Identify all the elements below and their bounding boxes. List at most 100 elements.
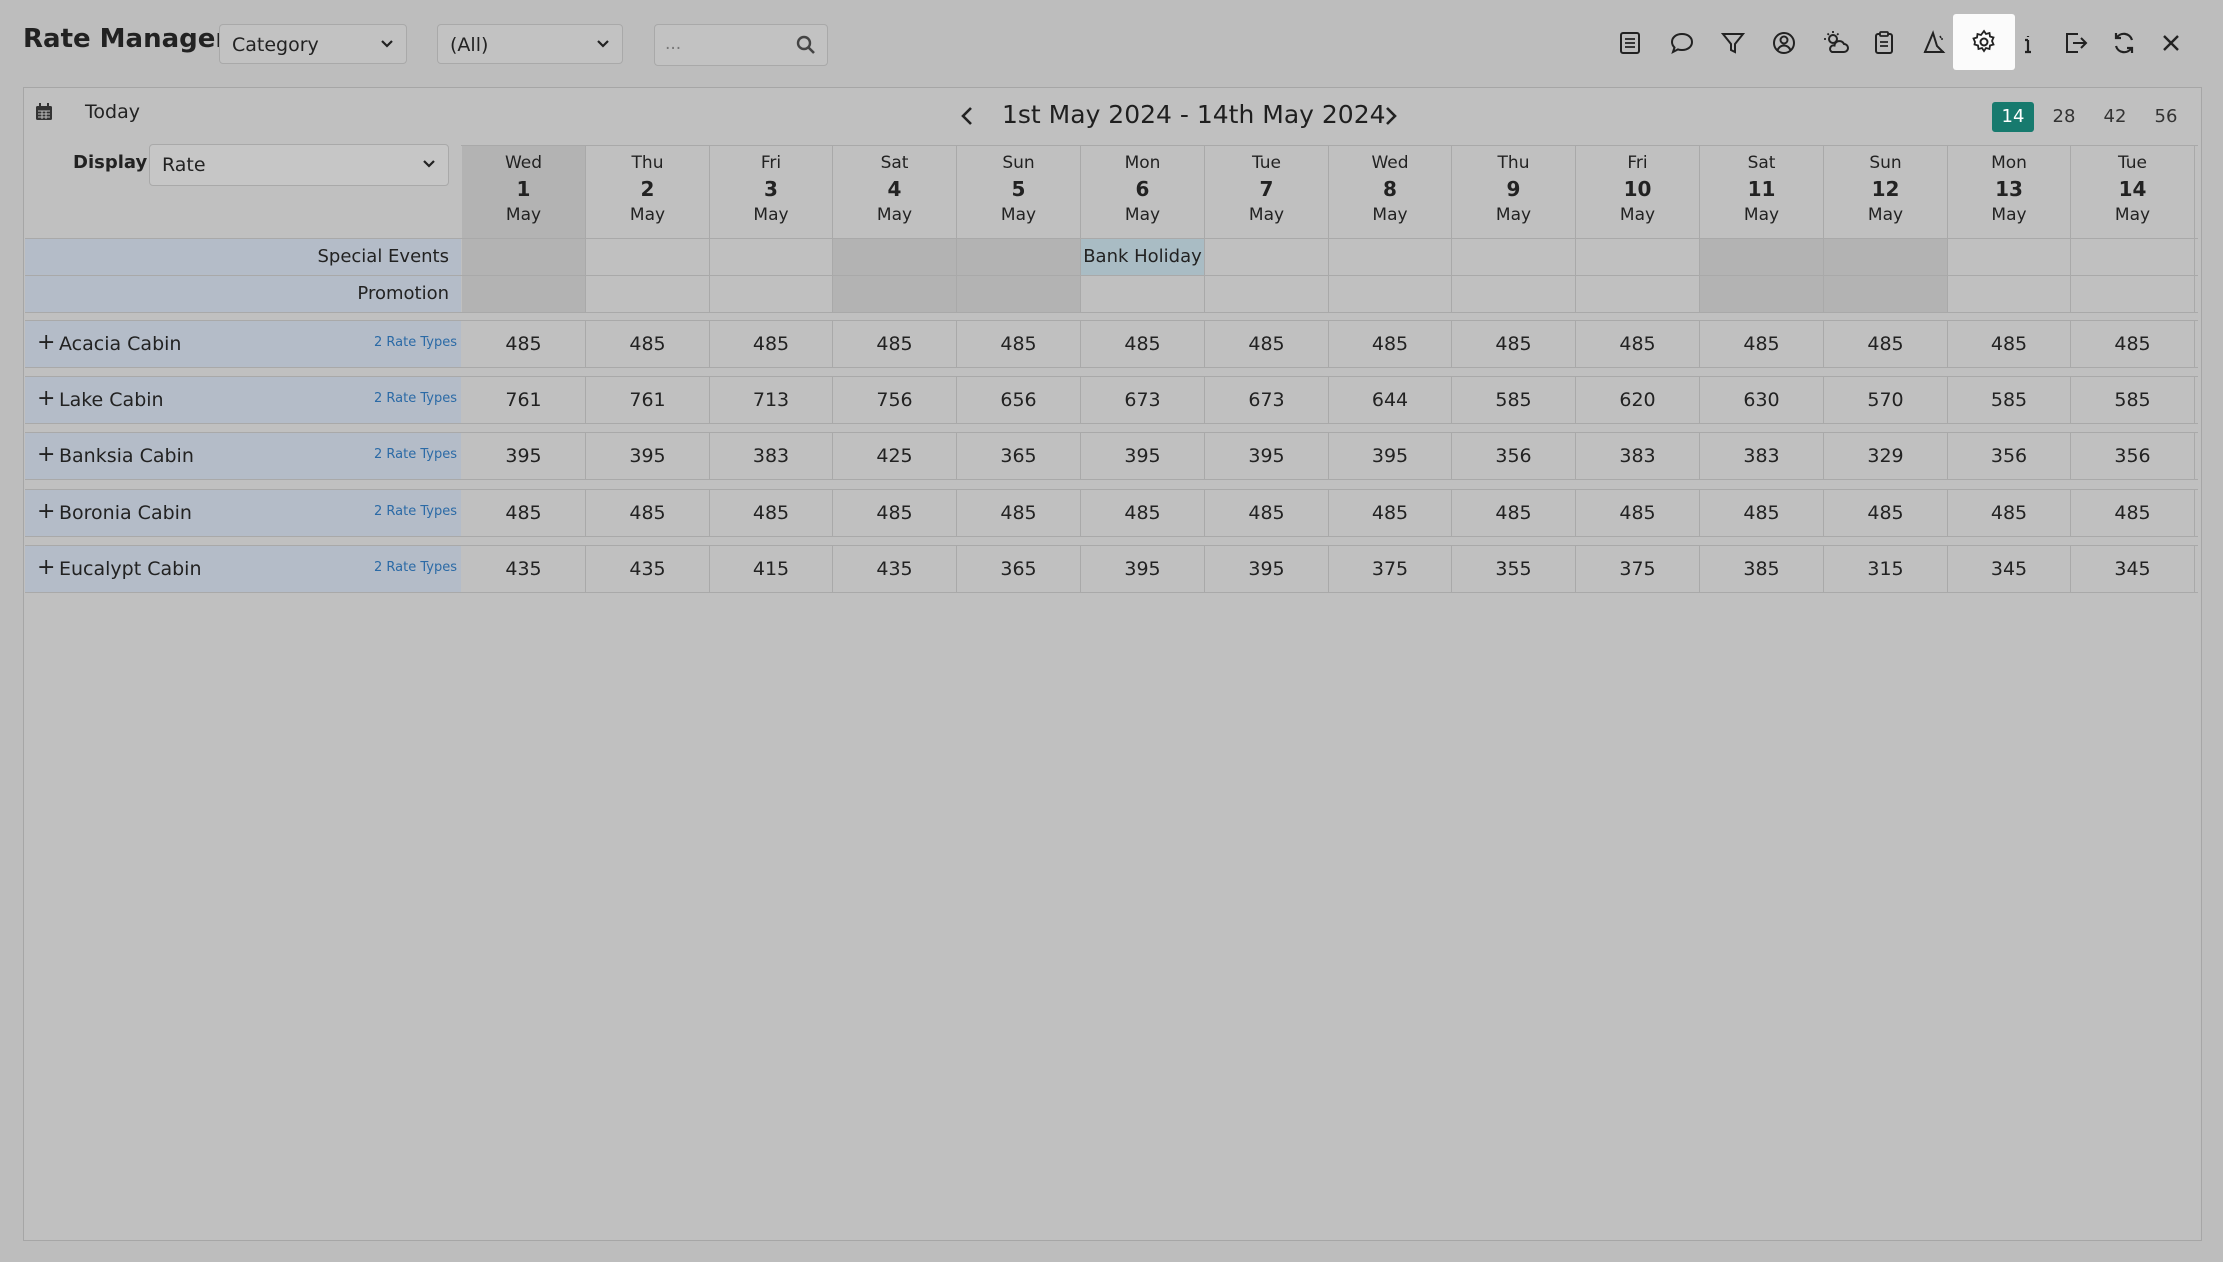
promotion-cell[interactable] bbox=[1081, 276, 1205, 312]
rate-cell[interactable]: 356 bbox=[1948, 433, 2071, 479]
day-header[interactable]: Fri 3 May bbox=[710, 145, 833, 238]
category-row[interactable]: + Eucalypt Cabin 2 Rate Types 435 435 415 435 3… bbox=[25, 545, 2198, 593]
category-label-cell[interactable]: + Lake Cabin 2 Rate Types bbox=[25, 377, 461, 423]
expand-plus-icon[interactable]: + bbox=[37, 442, 55, 467]
rate-cell[interactable]: 485 bbox=[1700, 490, 1824, 536]
rate-cell[interactable]: 761 bbox=[586, 377, 710, 423]
promotion-cell[interactable] bbox=[833, 276, 957, 312]
expand-plus-icon[interactable]: + bbox=[37, 330, 55, 355]
day-header[interactable]: Mon 6 May bbox=[1081, 145, 1205, 238]
category-row[interactable]: + Lake Cabin 2 Rate Types 761 761 713 756 656 67… bbox=[25, 376, 2198, 424]
rate-cell[interactable]: 383 bbox=[1700, 433, 1824, 479]
promotion-cell[interactable] bbox=[1948, 276, 2071, 312]
rate-cell[interactable]: 585 bbox=[1452, 377, 1576, 423]
day-header[interactable]: Sat 4 May bbox=[833, 145, 957, 238]
refresh-button[interactable] bbox=[2101, 17, 2147, 69]
rate-cell[interactable]: 756 bbox=[833, 377, 957, 423]
comment-button[interactable] bbox=[1659, 17, 1705, 69]
rate-cell[interactable]: 485 bbox=[1948, 490, 2071, 536]
rate-cell[interactable]: 673 bbox=[1081, 377, 1205, 423]
special-events-cell[interactable] bbox=[462, 239, 586, 275]
special-events-cell[interactable] bbox=[1452, 239, 1576, 275]
promotion-cell[interactable] bbox=[462, 276, 586, 312]
calendar-icon[interactable] bbox=[34, 102, 54, 122]
day-header[interactable]: Sat 11 May bbox=[1700, 145, 1824, 238]
rate-cell[interactable]: 355 bbox=[1452, 546, 1576, 592]
category-row[interactable]: + Acacia Cabin 2 Rate Types 485 485 485 485 485… bbox=[25, 320, 2198, 368]
day-header[interactable]: Tue 7 May bbox=[1205, 145, 1329, 238]
special-events-cell[interactable] bbox=[586, 239, 710, 275]
special-events-cell[interactable] bbox=[1576, 239, 1700, 275]
export-button[interactable] bbox=[2052, 17, 2098, 69]
chevron-right-icon[interactable] bbox=[1376, 100, 1404, 132]
rate-cell[interactable]: 345 bbox=[1948, 546, 2071, 592]
rate-cell[interactable]: 395 bbox=[586, 433, 710, 479]
rate-cell[interactable]: 435 bbox=[462, 546, 586, 592]
category-row[interactable]: + Boronia Cabin 2 Rate Types 485 485 485 485 48… bbox=[25, 489, 2198, 537]
rate-cell[interactable]: 485 bbox=[1576, 490, 1700, 536]
weather-button[interactable] bbox=[1813, 17, 1859, 69]
close-button[interactable] bbox=[2148, 17, 2194, 69]
rate-cell[interactable]: 395 bbox=[1205, 433, 1329, 479]
rate-cell[interactable]: 485 bbox=[1700, 321, 1824, 367]
rate-cell[interactable]: 315 bbox=[1824, 546, 1948, 592]
search-icon[interactable] bbox=[795, 34, 817, 56]
rate-cell[interactable]: 485 bbox=[1948, 321, 2071, 367]
day-header[interactable]: Mon 13 May bbox=[1948, 145, 2071, 238]
rate-cell[interactable]: 365 bbox=[957, 433, 1081, 479]
promotion-cell[interactable] bbox=[957, 276, 1081, 312]
promotion-cell[interactable] bbox=[1452, 276, 1576, 312]
rate-cell[interactable]: 375 bbox=[1329, 546, 1452, 592]
search-input[interactable] bbox=[655, 25, 795, 63]
special-events-cell[interactable] bbox=[1824, 239, 1948, 275]
filter-value-select[interactable]: (All) bbox=[437, 24, 623, 64]
rate-cell[interactable]: 585 bbox=[1948, 377, 2071, 423]
rate-cell[interactable]: 485 bbox=[1576, 321, 1700, 367]
promotion-cell[interactable] bbox=[1329, 276, 1452, 312]
day-header[interactable]: Wed 8 May bbox=[1329, 145, 1452, 238]
special-events-cell[interactable] bbox=[1700, 239, 1824, 275]
category-label-cell[interactable]: + Banksia Cabin 2 Rate Types bbox=[25, 433, 461, 479]
special-events-cell[interactable] bbox=[1329, 239, 1452, 275]
rate-cell[interactable]: 656 bbox=[957, 377, 1081, 423]
promotion-cell[interactable] bbox=[1576, 276, 1700, 312]
expand-plus-icon[interactable]: + bbox=[37, 555, 55, 580]
rate-cell[interactable]: 485 bbox=[957, 321, 1081, 367]
rate-cell[interactable]: 375 bbox=[1576, 546, 1700, 592]
promotion-cell[interactable] bbox=[1700, 276, 1824, 312]
rate-types-link[interactable]: 2 Rate Types bbox=[374, 447, 457, 462]
special-events-cell[interactable] bbox=[1948, 239, 2071, 275]
rate-cell[interactable]: 365 bbox=[957, 546, 1081, 592]
day-header[interactable]: Sun 5 May bbox=[957, 145, 1081, 238]
span-14-days[interactable]: 14 bbox=[1992, 102, 2034, 132]
rate-cell[interactable]: 485 bbox=[1205, 490, 1329, 536]
rate-types-link[interactable]: 2 Rate Types bbox=[374, 504, 457, 519]
rate-cell[interactable]: 485 bbox=[1824, 490, 1948, 536]
rate-cell[interactable]: 395 bbox=[1205, 546, 1329, 592]
rate-cell[interactable]: 485 bbox=[1329, 490, 1452, 536]
clipboard-button[interactable] bbox=[1861, 17, 1907, 69]
rate-cell[interactable]: 415 bbox=[710, 546, 833, 592]
rate-cell[interactable]: 329 bbox=[1824, 433, 1948, 479]
search-box[interactable] bbox=[654, 24, 828, 66]
rate-cell[interactable]: 383 bbox=[1576, 433, 1700, 479]
rate-cell[interactable]: 630 bbox=[1700, 377, 1824, 423]
group-by-select[interactable]: Category bbox=[219, 24, 407, 64]
category-label-cell[interactable]: + Boronia Cabin 2 Rate Types bbox=[25, 490, 461, 536]
span-56-days[interactable]: 56 bbox=[2145, 102, 2187, 132]
rate-cell[interactable]: 485 bbox=[462, 321, 586, 367]
rate-cell[interactable]: 485 bbox=[1824, 321, 1948, 367]
user-button[interactable] bbox=[1761, 17, 1807, 69]
day-header[interactable]: Fri 10 May bbox=[1576, 145, 1700, 238]
special-events-cell[interactable] bbox=[957, 239, 1081, 275]
day-header[interactable]: Tue 14 May bbox=[2071, 145, 2195, 238]
filter-button[interactable] bbox=[1710, 17, 1756, 69]
promotion-cell[interactable] bbox=[1824, 276, 1948, 312]
rate-cell[interactable]: 485 bbox=[1081, 490, 1205, 536]
rate-cell[interactable]: 485 bbox=[833, 321, 957, 367]
promotion-cell[interactable] bbox=[586, 276, 710, 312]
chevron-left-icon[interactable] bbox=[954, 100, 982, 132]
rate-cell[interactable]: 425 bbox=[833, 433, 957, 479]
expand-plus-icon[interactable]: + bbox=[37, 386, 55, 411]
special-events-cell[interactable] bbox=[710, 239, 833, 275]
